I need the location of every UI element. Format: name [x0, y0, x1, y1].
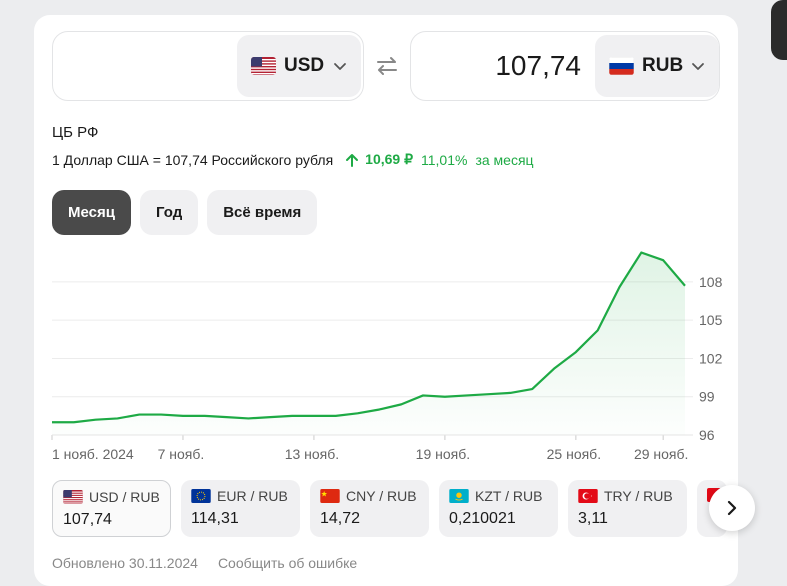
x-tick-label: 25 нояб.: [547, 446, 601, 462]
arrow-up-icon: [346, 153, 359, 167]
rate-description: 1 Доллар США = 107,74 Российского рубля: [52, 151, 334, 168]
pair-usd-rub[interactable]: USD / RUB 107,74: [52, 480, 171, 537]
rate-change: 10,69 ₽ 11,01% за месяц: [345, 151, 534, 168]
rate-source: ЦБ РФ: [52, 124, 99, 141]
chevron-down-icon: [334, 63, 346, 70]
pair-eur-rub[interactable]: EUR / RUB 114,31: [181, 480, 300, 537]
pair-label: KZT / RUB: [475, 488, 543, 504]
pair-try-rub[interactable]: TRY / RUB 3,11: [568, 480, 687, 537]
pair-label: EUR / RUB: [217, 488, 288, 504]
series-area: [52, 252, 685, 435]
x-tick-label: 19 нояб.: [416, 446, 470, 462]
pair-label: TRY / RUB: [604, 488, 673, 504]
to-currency-select[interactable]: RUB: [595, 35, 719, 97]
y-tick-label: 108: [699, 274, 723, 290]
from-converter: 1 USD: [52, 31, 364, 101]
pair-value: 3,11: [578, 510, 608, 527]
period-tabs: Месяц Год Всё время: [52, 190, 318, 235]
rate-change-abs: 10,69 ₽: [365, 151, 413, 167]
pair-label: CNY / RUB: [346, 488, 417, 504]
side-panel-tab[interactable]: [771, 0, 787, 60]
tab-month[interactable]: Месяц: [52, 190, 131, 235]
chevron-down-icon: [692, 63, 704, 70]
cn-flag-icon: [320, 489, 340, 503]
us-flag-icon: [251, 57, 276, 75]
footer: Обновлено 30.11.2024 Сообщить об ошибке: [52, 555, 357, 571]
y-tick-label: 102: [699, 350, 723, 366]
from-currency-code: USD: [284, 55, 325, 76]
y-tick-label: 96: [699, 427, 715, 443]
chevron-right-icon: [727, 500, 737, 516]
pair-cny-rub[interactable]: CNY / RUB 14,72: [310, 480, 429, 537]
rate-change-pct: 11,01%: [421, 151, 468, 168]
pair-label: USD / RUB: [89, 489, 160, 505]
tr-flag-icon: [578, 489, 598, 503]
rate-chart: 96 99 102 105 108 1 нояб. 2024 7 нояб. 13 нояб.…: [51, 251, 723, 462]
report-error-link[interactable]: Сообщить об ошибке: [218, 555, 357, 571]
swap-arrows-icon[interactable]: [375, 54, 399, 78]
rate-line: 1 Доллар США = 107,74 Российского рубля …: [52, 151, 534, 168]
pair-kzt-rub[interactable]: KZT / RUB 0,210021: [439, 480, 558, 537]
ru-flag-icon: [609, 57, 634, 75]
to-currency-code: RUB: [642, 55, 684, 76]
currency-pairs: USD / RUB 107,74 EUR / RUB 114,31 CNY / …: [52, 480, 727, 537]
from-currency-select[interactable]: USD: [237, 35, 361, 97]
updated-date: Обновлено 30.11.2024: [52, 555, 198, 571]
pairs-next-button[interactable]: [709, 485, 755, 531]
pair-value: 0,210021: [449, 510, 516, 527]
x-tick-label: 1 нояб. 2024: [52, 446, 134, 462]
us-flag-icon: [63, 490, 83, 504]
rate-change-period: за месяц: [475, 151, 534, 168]
pair-value: 14,72: [320, 510, 361, 527]
x-tick-label: 7 нояб.: [158, 446, 205, 462]
kz-flag-icon: [449, 489, 469, 503]
pair-value: 107,74: [63, 511, 112, 528]
pair-value: 114,31: [191, 510, 239, 527]
tab-year[interactable]: Год: [139, 190, 199, 235]
eu-flag-icon: [191, 489, 211, 503]
x-tick-label: 13 нояб.: [285, 446, 339, 462]
to-converter: 107,74 RUB: [410, 31, 720, 101]
y-tick-label: 105: [699, 312, 723, 328]
x-tick-label: 29 нояб.: [634, 446, 688, 462]
tab-all-time[interactable]: Всё время: [207, 190, 318, 235]
to-amount-input[interactable]: 107,74: [421, 32, 581, 100]
y-tick-label: 99: [699, 389, 715, 405]
